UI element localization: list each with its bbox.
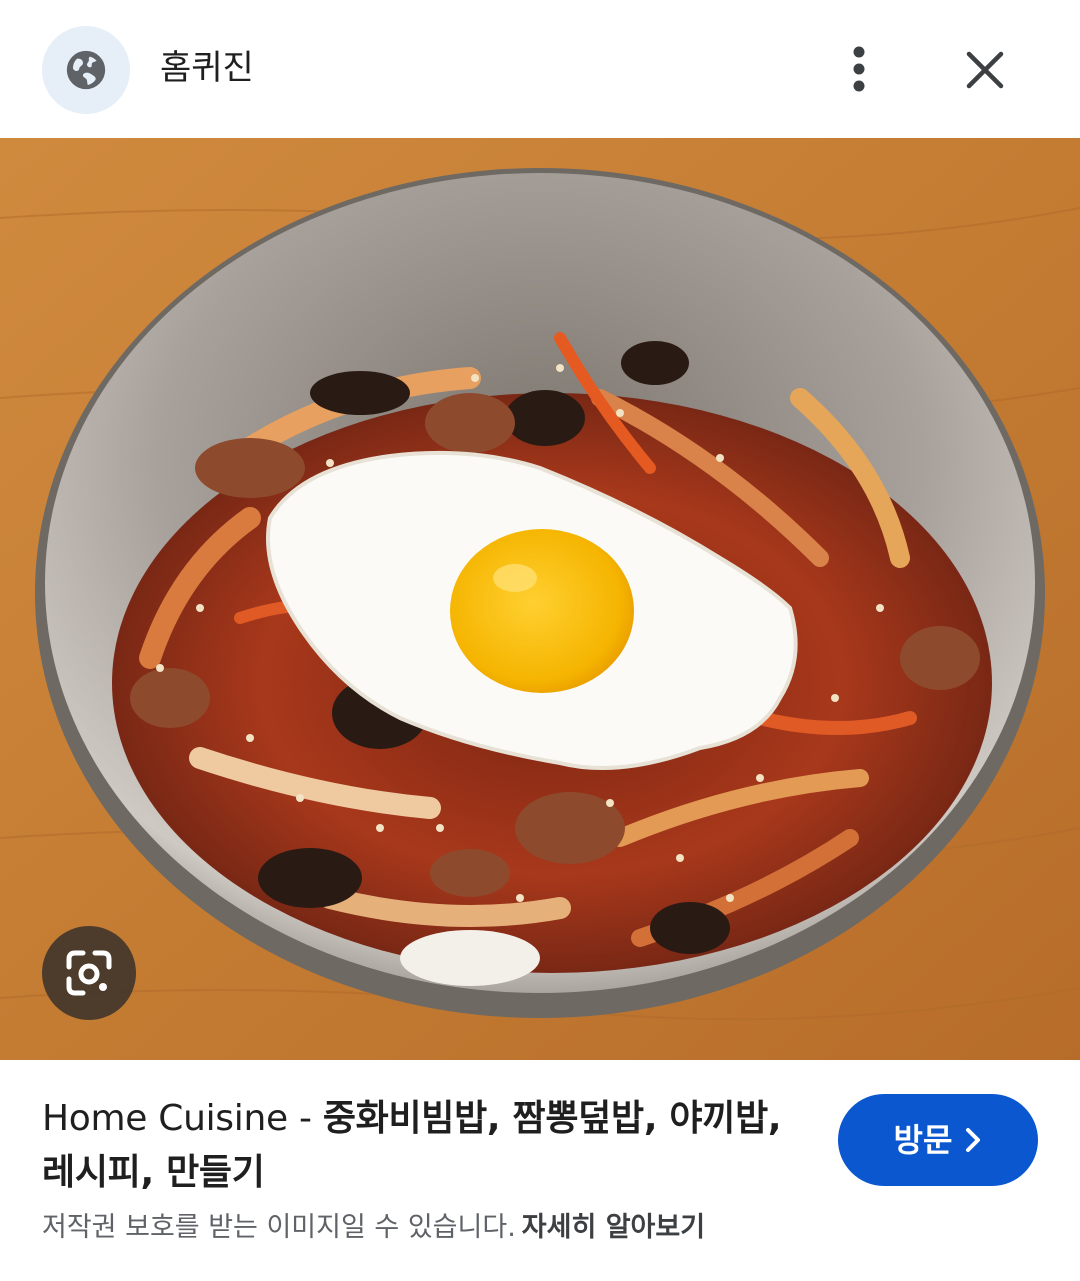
globe-icon (66, 50, 106, 90)
google-lens-button[interactable] (42, 926, 136, 1020)
visit-button[interactable]: 방문 (838, 1094, 1038, 1186)
result-caption[interactable]: Home Cuisine - 중화비빔밥, 짬뽕덮밥, 야끼밥, 레시피, 만들… (42, 1092, 802, 1200)
more-vert-icon (853, 46, 865, 92)
image-viewer: 홈퀴진 Home Cuisine - 중화비빔밥, 짬뽕덮밥, 야끼밥, 레시피… (0, 0, 1080, 1281)
close-icon (966, 51, 1004, 89)
learn-more-link[interactable]: 자세히 알아보기 (522, 1212, 705, 1243)
google-lens-icon (66, 950, 112, 996)
food-photo (0, 138, 1080, 1060)
result-title[interactable]: Home Cuisine - 중화비빔밥, 짬뽕덮밥, 야끼밥, 레시피, 만들… (42, 1092, 802, 1200)
copyright-notice: 저작권 보호를 받는 이미지일 수 있습니다. 자세히 알아보기 (42, 1208, 1042, 1248)
viewer-header: 홈퀴진 (0, 0, 1080, 138)
chevron-right-icon (966, 1128, 981, 1152)
visit-button-label: 방문 (893, 1121, 953, 1159)
close-button[interactable] (955, 40, 1015, 100)
site-favicon[interactable] (42, 26, 130, 114)
site-name[interactable]: 홈퀴진 (160, 44, 254, 92)
copyright-text: 저작권 보호를 받는 이미지일 수 있습니다. (42, 1212, 516, 1243)
more-options-button[interactable] (830, 40, 888, 98)
result-image[interactable] (0, 138, 1080, 1060)
title-separator: - (287, 1098, 323, 1139)
source-name: Home Cuisine (42, 1098, 288, 1139)
